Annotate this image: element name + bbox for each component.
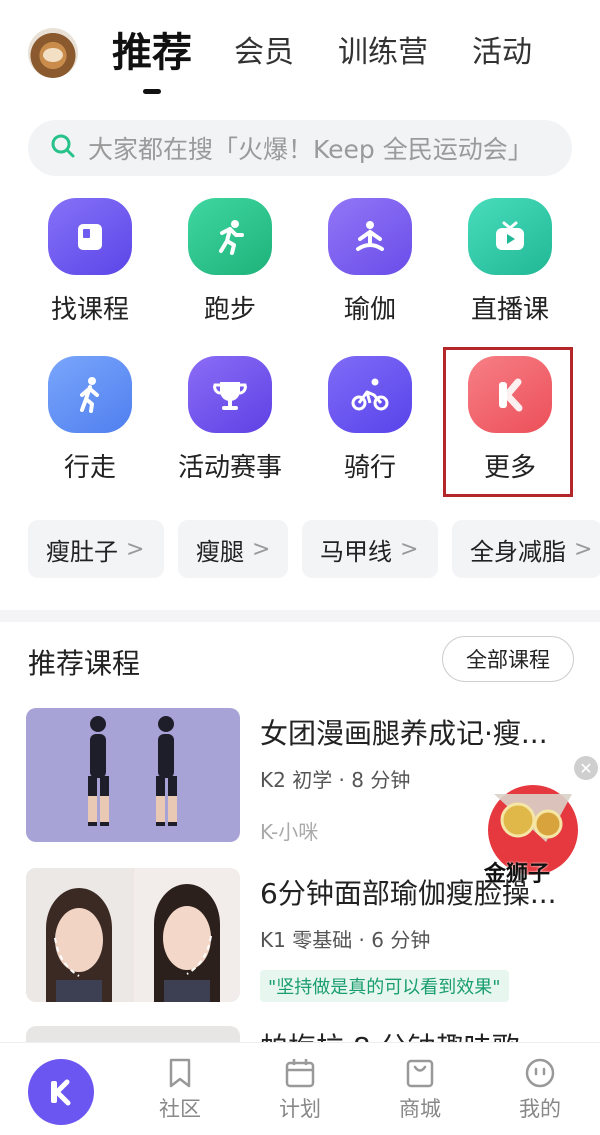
nav-plan[interactable]: 计划 bbox=[260, 1057, 340, 1123]
grid-item-live-class[interactable]: 直播课 bbox=[440, 198, 580, 326]
course-quote-tag: "坚持做是真的可以看到效果" bbox=[260, 970, 509, 1002]
profile-face-icon bbox=[525, 1058, 555, 1088]
grid-item-find-course[interactable]: 找课程 bbox=[20, 198, 160, 326]
all-courses-button[interactable]: 全部课程 bbox=[442, 636, 574, 682]
grid-item-yoga[interactable]: 瑜伽 bbox=[300, 198, 440, 326]
chip-belly[interactable]: 瘦肚子 > bbox=[28, 520, 164, 578]
bottom-nav: 社区 计划 商城 我的 bbox=[0, 1042, 600, 1135]
chip-label: 全身减脂 bbox=[470, 537, 566, 566]
top-panel: 推荐 会员 训练营 活动 大家都在搜「火爆！Keep 全民运动会」 找课程 跑步 bbox=[0, 0, 600, 610]
nav-label: 计划 bbox=[279, 1097, 321, 1121]
nav-community[interactable]: 社区 bbox=[140, 1057, 220, 1123]
chip-label: 瘦肚子 bbox=[46, 537, 118, 566]
grid-label: 瑜伽 bbox=[343, 295, 396, 325]
grid-label: 直播课 bbox=[470, 295, 549, 325]
course-title: 女团漫画腿养成记·瘦... bbox=[260, 717, 548, 750]
close-icon[interactable]: ✕ bbox=[574, 756, 598, 780]
grid-label: 跑步 bbox=[203, 295, 256, 325]
chevron-right-icon: > bbox=[126, 536, 145, 562]
course-meta: K2 初学 · 8 分钟 bbox=[260, 768, 411, 792]
home-keep-button[interactable] bbox=[28, 1059, 94, 1125]
shopping-bag-icon bbox=[406, 1059, 434, 1088]
course-card[interactable]: 6分钟面部瑜伽瘦脸操... K1 零基础 · 6 分钟 "坚持做是真的可以看到效… bbox=[26, 868, 586, 1002]
chip-label: 瘦腿 bbox=[196, 537, 244, 566]
nav-label: 我的 bbox=[519, 1097, 561, 1121]
floating-badge-label: 金狮子 bbox=[484, 862, 551, 887]
grid-label: 骑行 bbox=[343, 453, 396, 483]
tab-member[interactable]: 会员 bbox=[234, 22, 294, 84]
grid-item-walking[interactable]: 行走 bbox=[20, 356, 160, 484]
chip-full-body[interactable]: 全身减脂 > bbox=[452, 520, 600, 578]
search-placeholder: 大家都在搜「火爆！Keep 全民运动会」 bbox=[88, 135, 533, 164]
tab-activity[interactable]: 活动 bbox=[472, 22, 532, 84]
tab-camp[interactable]: 训练营 bbox=[338, 22, 428, 84]
chevron-right-icon: > bbox=[574, 536, 593, 562]
avatar[interactable] bbox=[28, 28, 78, 78]
cycling-icon bbox=[328, 356, 412, 433]
chevron-right-icon: > bbox=[252, 536, 271, 562]
book-icon bbox=[48, 198, 132, 275]
chevron-right-icon: > bbox=[400, 536, 419, 562]
live-tv-icon bbox=[468, 198, 552, 275]
chip-legs[interactable]: 瘦腿 > bbox=[178, 520, 288, 578]
search-bar[interactable]: 大家都在搜「火爆！Keep 全民运动会」 bbox=[28, 120, 572, 176]
running-icon bbox=[188, 198, 272, 275]
top-tabs: 推荐 会员 训练营 活动 bbox=[112, 22, 576, 92]
search-icon bbox=[50, 133, 76, 163]
tag-chips: 瘦肚子 > 瘦腿 > 马甲线 > 全身减脂 > bbox=[28, 520, 600, 578]
section-title: 推荐课程 bbox=[28, 647, 141, 680]
course-meta: K1 零基础 · 6 分钟 bbox=[260, 928, 431, 952]
course-thumbnail bbox=[26, 708, 240, 842]
bookmark-icon bbox=[169, 1058, 191, 1088]
nav-shop[interactable]: 商城 bbox=[380, 1057, 460, 1123]
nav-label: 社区 bbox=[159, 1097, 201, 1121]
grid-label: 找课程 bbox=[50, 295, 129, 325]
trophy-icon bbox=[188, 356, 272, 433]
chip-abs[interactable]: 马甲线 > bbox=[302, 520, 438, 578]
grid-label: 活动赛事 bbox=[177, 453, 282, 483]
chip-label: 马甲线 bbox=[320, 537, 392, 566]
course-thumbnail bbox=[26, 868, 240, 1002]
grid-label: 行走 bbox=[63, 453, 116, 483]
nav-profile[interactable]: 我的 bbox=[500, 1057, 580, 1123]
nav-label: 商城 bbox=[399, 1097, 441, 1121]
grid-item-running[interactable]: 跑步 bbox=[160, 198, 300, 326]
calendar-icon bbox=[285, 1059, 315, 1088]
tab-recommend[interactable]: 推荐 bbox=[112, 22, 192, 84]
course-author: K-小咪 bbox=[260, 820, 319, 844]
grid-item-cycling[interactable]: 骑行 bbox=[300, 356, 440, 484]
highlight-box bbox=[443, 347, 573, 497]
walking-icon bbox=[48, 356, 132, 433]
yoga-icon bbox=[328, 198, 412, 275]
grid-item-events[interactable]: 活动赛事 bbox=[160, 356, 300, 484]
